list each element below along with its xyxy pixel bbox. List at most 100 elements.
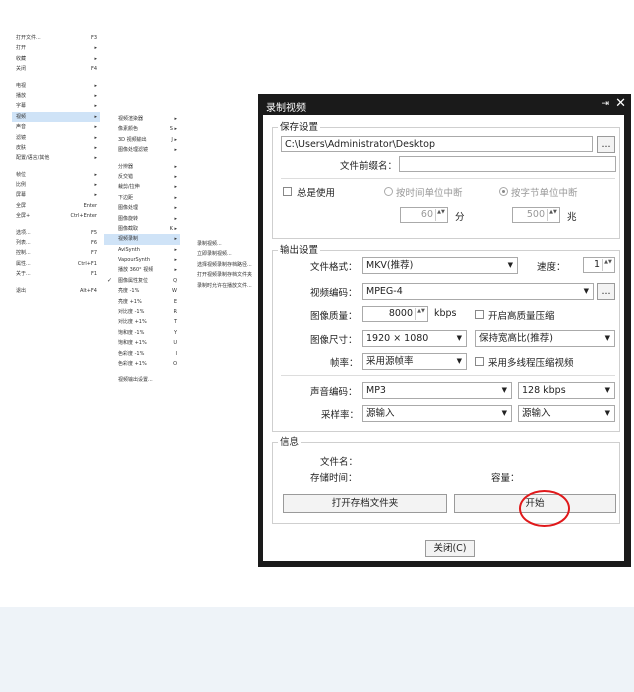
menu-item[interactable]: 立即录制视频... xyxy=(193,249,259,259)
close-button[interactable]: 关闭(C) xyxy=(425,540,475,557)
sample-rate-select[interactable]: 源输入 ▼ xyxy=(362,405,512,422)
menu-item[interactable]: 配置/语言/其他 ▸ xyxy=(12,153,100,163)
dropdown-arrow-icon: ▼ xyxy=(501,409,507,417)
size-select[interactable]: 1920 × 1080 ▼ xyxy=(362,330,467,347)
menu-item[interactable]: 3D 视频输出 J ▸ xyxy=(104,135,180,145)
menu-item[interactable]: 播放 360° 视频 ▸ xyxy=(104,265,180,275)
menu-item[interactable]: 列表... F6 xyxy=(12,238,100,248)
video-codec-settings-button[interactable]: ... xyxy=(597,283,615,300)
menu-item[interactable]: 屏幕 ▸ xyxy=(12,190,100,200)
menu-item[interactable]: 亮度 -1% W xyxy=(104,286,180,296)
menu-item[interactable]: 亮度 +1% E xyxy=(104,297,180,307)
menu-item[interactable]: 像素颜色 S ▸ xyxy=(104,124,180,134)
fps-select[interactable]: 采用源帧率 ▼ xyxy=(362,353,467,370)
menu-item[interactable]: 收藏 ▸ xyxy=(12,54,100,64)
menu-item[interactable]: 视频渲染器 ▸ xyxy=(104,114,180,124)
menu-item[interactable]: 下边距 ▸ xyxy=(104,193,180,203)
menu-item-label: 色彩度 -1% xyxy=(118,350,145,357)
menu-item[interactable]: 帧位 ▸ xyxy=(12,170,100,180)
menu-item[interactable]: 退出 Alt+F4 xyxy=(12,286,100,296)
menu-item[interactable]: 视频录制 ▸ xyxy=(104,234,180,245)
channels-select[interactable]: 源输入 ▼ xyxy=(518,405,615,422)
menu-item[interactable]: 图像处理 ▸ xyxy=(104,203,180,213)
menu-item[interactable]: 全屏 Enter xyxy=(12,201,100,211)
menu-item[interactable]: 全屏+ Ctrl+Enter xyxy=(12,211,100,221)
menu-item[interactable]: 声音 ▸ xyxy=(12,122,100,132)
close-icon[interactable]: ✕ xyxy=(615,96,626,111)
video-codec-select[interactable]: MPEG-4 ▼ xyxy=(362,283,594,300)
menu-item[interactable]: 录制时允许在播放文件... xyxy=(193,281,259,291)
menu-item[interactable]: VapourSynth ▸ xyxy=(104,255,180,265)
save-path-field[interactable]: C:\Users\Administrator\Desktop xyxy=(281,136,593,152)
prefix-input[interactable] xyxy=(399,156,616,172)
menu-item[interactable]: 分辨器 ▸ xyxy=(104,162,180,172)
menu-item[interactable]: 对比度 +1% T xyxy=(104,317,180,327)
by-time-radio[interactable] xyxy=(384,187,393,196)
format-select[interactable]: MKV(推荐) ▼ xyxy=(362,257,518,274)
menu-item[interactable]: 控制... F7 xyxy=(12,248,100,258)
high-quality-checkbox[interactable] xyxy=(475,310,484,319)
menu-item[interactable]: 录制视频... xyxy=(193,239,259,249)
menu-item[interactable]: 图像处理滤镜 ▸ xyxy=(104,145,180,155)
spin-arrows-icon[interactable]: ▲▼ xyxy=(602,259,613,271)
menu-item[interactable]: 视频输出设置... xyxy=(104,375,180,385)
audio-bitrate-select[interactable]: 128 kbps ▼ xyxy=(518,382,615,399)
menu-item[interactable]: 对比度 -1% R xyxy=(104,307,180,317)
menu-item[interactable]: 关于... F1 xyxy=(12,269,100,279)
menu-item-label: 属性... xyxy=(16,260,31,267)
time-spinner[interactable]: 60 ▲▼ xyxy=(400,207,448,223)
aspect-value: 保持宽高比(推荐) xyxy=(479,333,553,344)
menu-item[interactable]: 比例 ▸ xyxy=(12,180,100,190)
always-use-checkbox[interactable] xyxy=(283,187,292,196)
menu-item[interactable]: 打开 ▸ xyxy=(12,43,100,53)
audio-codec-select[interactable]: MP3 ▼ xyxy=(362,382,512,399)
menu-item[interactable]: 裁剪/拉伸 ▸ xyxy=(104,182,180,192)
browse-path-button[interactable]: ... xyxy=(597,136,615,153)
menu-item-label: 全屏 xyxy=(16,202,27,209)
menu-item[interactable]: 选项... F5 xyxy=(12,228,100,238)
multithread-checkbox[interactable] xyxy=(475,357,484,366)
menu-item-label: 下边距 xyxy=(118,194,134,201)
menu-item[interactable]: AviSynth ▸ xyxy=(104,245,180,255)
menu-item[interactable]: 关闭 F4 xyxy=(12,64,100,74)
menu-item[interactable]: 饱和度 -1% Y xyxy=(104,328,180,338)
menu-item-label: 帧位 xyxy=(16,171,27,178)
menu-item[interactable]: 图像截取 K ▸ xyxy=(104,224,180,234)
audio-codec-value: MP3 xyxy=(366,385,386,396)
menu-item[interactable]: 滤镜 ▸ xyxy=(12,133,100,143)
menu-item[interactable]: 打开文件... F3 xyxy=(12,33,100,43)
menu-item[interactable]: 打开视频录制存档文件夹 xyxy=(193,270,259,280)
aspect-select[interactable]: 保持宽高比(推荐) ▼ xyxy=(475,330,615,347)
menu-item[interactable]: 饱和度 +1% U xyxy=(104,338,180,348)
open-folder-button[interactable]: 打开存档文件夹 xyxy=(283,494,447,513)
speed-value: 1 xyxy=(593,259,600,270)
bytes-spinner[interactable]: 500 ▲▼ xyxy=(512,207,560,223)
menu-item[interactable]: 视频 ▸ xyxy=(12,111,100,123)
menu-item[interactable]: 图像旋转 ▸ xyxy=(104,214,180,224)
menu-item[interactable]: 色彩度 +1% O xyxy=(104,359,180,369)
by-bytes-radio[interactable] xyxy=(499,187,508,196)
menu-item[interactable]: 皮肤 ▸ xyxy=(12,143,100,153)
menu-item-label: 退出 xyxy=(16,287,27,294)
fps-label: 帧率： xyxy=(330,358,359,369)
submenu-arrow-icon: ▸ xyxy=(174,184,177,191)
pin-icon[interactable]: ⇥ xyxy=(601,99,609,109)
menu-item[interactable]: 字幕 ▸ xyxy=(12,101,100,111)
menu-shortcut: Y xyxy=(173,329,177,336)
spin-arrows-icon[interactable]: ▲▼ xyxy=(435,209,446,221)
quality-spinner[interactable]: 8000 ▲▼ xyxy=(362,306,428,322)
menu-item[interactable]: 播放 ▸ xyxy=(12,91,100,101)
submenu-arrow-icon: ▸ xyxy=(94,155,97,162)
menu-shortcut: Alt+F4 xyxy=(79,287,97,294)
spin-arrows-icon[interactable]: ▲▼ xyxy=(547,209,558,221)
menu-item[interactable]: 选择视频录制存档路径... xyxy=(193,260,259,270)
menu-item[interactable]: 反交错 ▸ xyxy=(104,172,180,182)
menu-shortcut: F1 xyxy=(90,271,97,278)
menu-item[interactable]: 电视 ▸ xyxy=(12,81,100,91)
speed-spinner[interactable]: 1 ▲▼ xyxy=(583,257,615,273)
submenu-arrow-icon: ▸ xyxy=(174,246,177,253)
menu-item[interactable]: ✓ 图像属性复位 Q xyxy=(104,276,180,286)
menu-item[interactable]: 色彩度 -1% I xyxy=(104,349,180,359)
menu-item[interactable]: 属性... Ctrl+F1 xyxy=(12,259,100,269)
spin-arrows-icon[interactable]: ▲▼ xyxy=(415,308,426,320)
